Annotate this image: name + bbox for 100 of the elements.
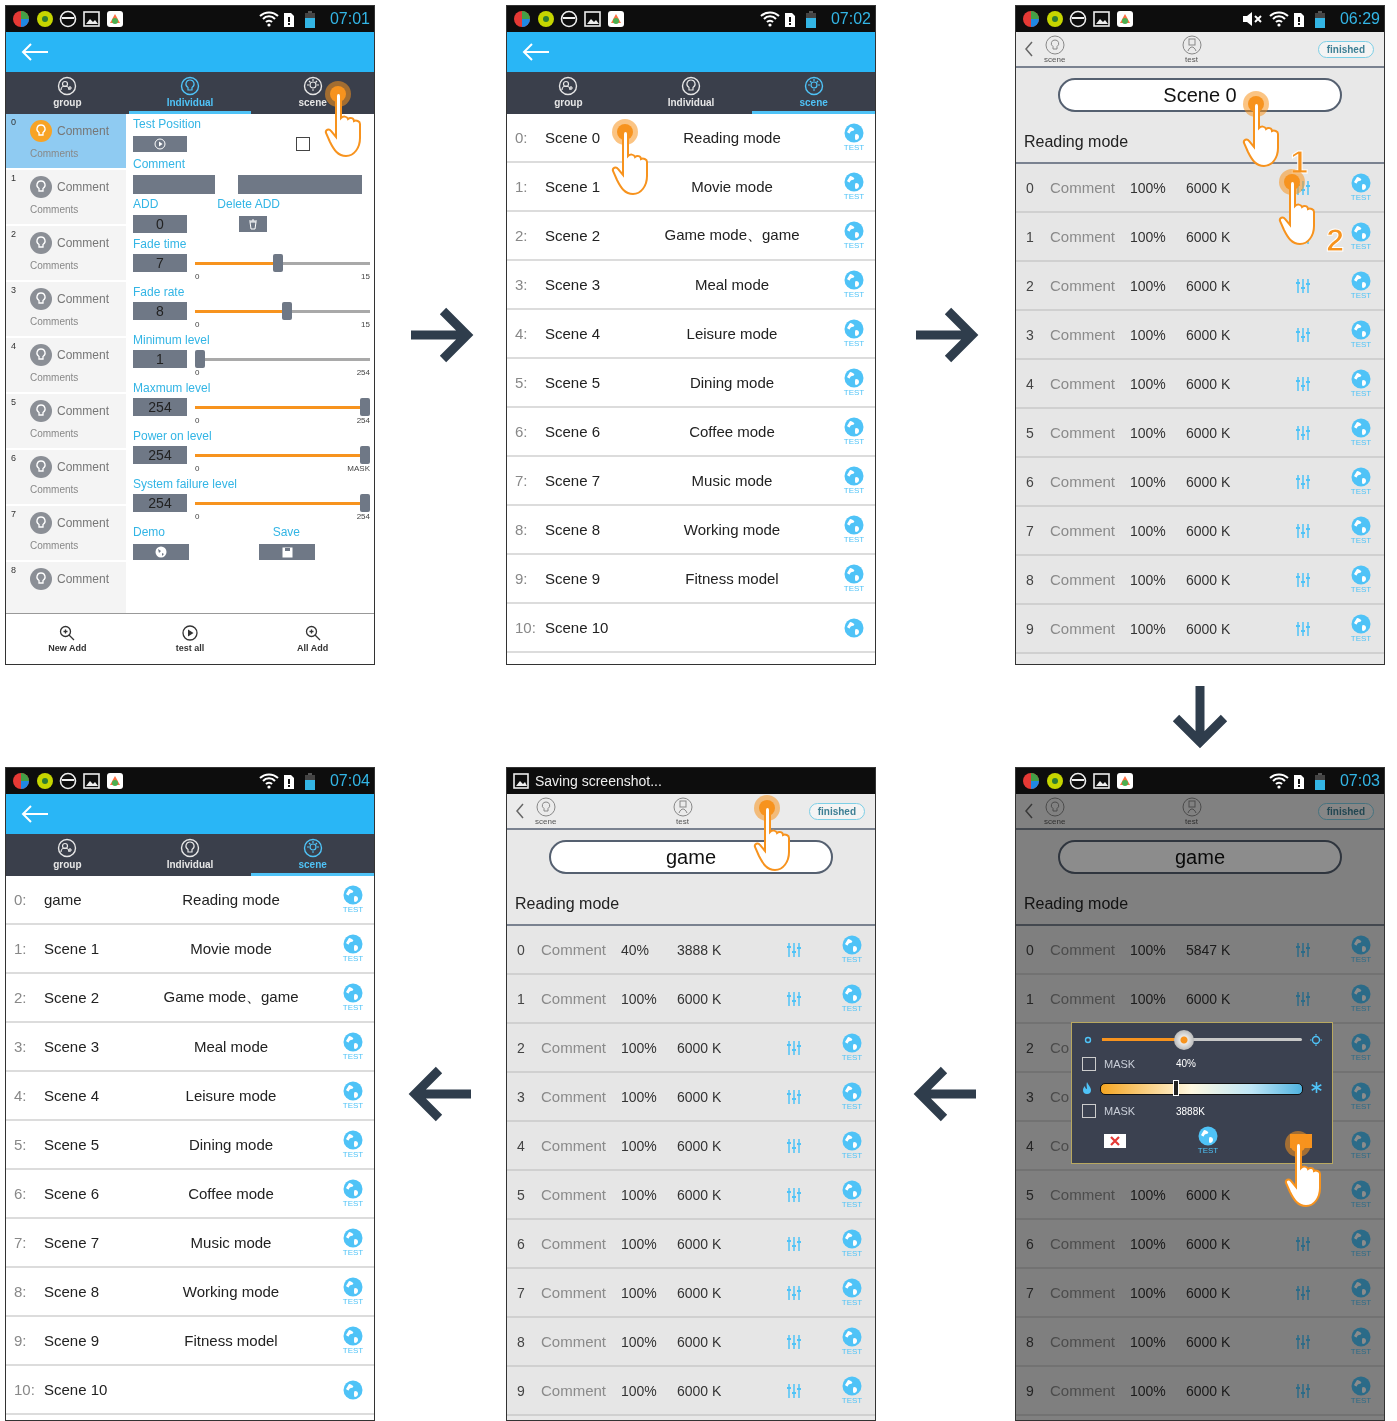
- finished-button[interactable]: finished: [1317, 40, 1374, 58]
- slider[interactable]: [195, 254, 370, 272]
- value-field[interactable]: 254: [133, 446, 187, 464]
- slider[interactable]: [195, 446, 370, 464]
- slider[interactable]: [195, 494, 370, 512]
- back-button[interactable]: [1024, 803, 1034, 819]
- close-button[interactable]: [1104, 1133, 1126, 1148]
- adjust-icon[interactable]: [1296, 523, 1310, 538]
- scene-name-field[interactable]: game: [1058, 840, 1342, 874]
- adjust-icon[interactable]: [787, 1383, 801, 1398]
- tab[interactable]: scene: [251, 834, 374, 876]
- device-item[interactable]: 0 Comment Comments: [6, 114, 126, 170]
- scene-name-field[interactable]: game: [549, 840, 833, 874]
- slider-thumb[interactable]: [1174, 1029, 1194, 1050]
- adjust-icon[interactable]: [1296, 572, 1310, 587]
- adjust-icon[interactable]: [1296, 278, 1310, 293]
- value-field[interactable]: 254: [133, 398, 187, 416]
- adjust-icon[interactable]: [1296, 621, 1310, 636]
- adjust-icon[interactable]: [1296, 425, 1310, 440]
- adjust-icon[interactable]: [1296, 1334, 1310, 1349]
- scene-row[interactable]: 6: Scene 6 Coffee mode TEST: [6, 1170, 374, 1219]
- globe-icon[interactable]: [1198, 1126, 1218, 1147]
- temperature-slider[interactable]: [1100, 1077, 1303, 1098]
- scene-row[interactable]: 2: Scene 2 Game mode、game TEST: [507, 212, 875, 261]
- scene-row[interactable]: 2: Scene 2 Game mode、game TEST: [6, 974, 374, 1023]
- scene-name: Scene 4: [44, 1087, 101, 1104]
- adjust-icon[interactable]: [1296, 474, 1310, 489]
- scene-row[interactable]: 3: Scene 3 Meal mode TEST: [6, 1023, 374, 1072]
- scene-row[interactable]: 3: Scene 3 Meal mode TEST: [507, 261, 875, 310]
- adjust-icon[interactable]: [787, 1187, 801, 1202]
- comment-field[interactable]: [133, 174, 215, 194]
- slider-thumb[interactable]: [1172, 1079, 1179, 1096]
- scene-row[interactable]: 7: Scene 7 Music mode TEST: [6, 1219, 374, 1268]
- value-field[interactable]: 254: [133, 494, 187, 512]
- slider-thumb[interactable]: [272, 254, 283, 272]
- adjust-icon[interactable]: [1296, 991, 1310, 1006]
- demo-button[interactable]: [133, 544, 189, 560]
- save-button[interactable]: [259, 544, 315, 560]
- scene-row[interactable]: 10: Scene 10: [6, 1366, 374, 1415]
- adjust-icon[interactable]: [787, 1089, 801, 1104]
- scene-row[interactable]: 8: Scene 8 Working mode TEST: [6, 1268, 374, 1317]
- tab[interactable]: group: [6, 72, 129, 114]
- scene-row[interactable]: 6: Scene 6 Coffee mode TEST: [507, 408, 875, 457]
- adjust-icon[interactable]: [1296, 376, 1310, 391]
- comment-field[interactable]: [238, 174, 362, 194]
- scene-row[interactable]: 5: Scene 5 Dining mode TEST: [6, 1121, 374, 1170]
- scene-row[interactable]: 7: Scene 7 Music mode TEST: [507, 457, 875, 506]
- adjust-icon[interactable]: [1296, 1285, 1310, 1300]
- checkbox[interactable]: [296, 137, 310, 151]
- adjust-icon[interactable]: [787, 1040, 801, 1055]
- adjust-icon[interactable]: [1296, 1236, 1310, 1251]
- nav-button[interactable]: All Add: [251, 614, 374, 664]
- value-field[interactable]: 8: [133, 302, 187, 320]
- slider-thumb[interactable]: [360, 446, 370, 464]
- adjust-icon[interactable]: [1296, 1383, 1310, 1398]
- back-button[interactable]: [1024, 41, 1034, 57]
- slider-thumb[interactable]: [282, 302, 293, 320]
- adjust-icon[interactable]: [1296, 180, 1310, 195]
- tab[interactable]: Individual: [629, 72, 753, 114]
- slider-thumb[interactable]: [360, 494, 370, 512]
- scene-row[interactable]: 0: game Reading mode TEST: [6, 876, 374, 925]
- scene-row[interactable]: 4: Scene 4 Leisure mode TEST: [507, 310, 875, 359]
- value-field[interactable]: 7: [133, 254, 187, 272]
- test-label: TEST: [843, 437, 865, 446]
- scene-row[interactable]: 9: Scene 9 Fitness model TEST: [6, 1317, 374, 1366]
- scene-row[interactable]: 8: Scene 8 Working mode TEST: [507, 506, 875, 555]
- adjust-icon[interactable]: [787, 1236, 801, 1251]
- slider[interactable]: [195, 398, 370, 416]
- nav-button[interactable]: New Add: [6, 614, 129, 664]
- scene-row[interactable]: 10: Scene 10: [507, 604, 875, 653]
- slider-thumb[interactable]: [360, 398, 370, 416]
- brightness-slider[interactable]: [1102, 1029, 1302, 1050]
- adjust-icon[interactable]: [787, 1334, 801, 1349]
- adjust-icon[interactable]: [1296, 327, 1310, 342]
- play-button[interactable]: [133, 136, 187, 152]
- tab[interactable]: Individual: [128, 834, 252, 876]
- adjust-icon[interactable]: [1296, 942, 1310, 957]
- adjust-icon[interactable]: [787, 991, 801, 1006]
- scene-row[interactable]: 9: Scene 9 Fitness model TEST: [507, 555, 875, 604]
- nav-button[interactable]: test all: [128, 614, 252, 664]
- delete-button[interactable]: [239, 216, 267, 232]
- scene-name-field[interactable]: Scene 0: [1058, 78, 1342, 112]
- back-button[interactable]: [515, 803, 525, 819]
- scene-row[interactable]: 1: Scene 1 Movie mode TEST: [6, 925, 374, 974]
- adjust-icon[interactable]: [787, 1138, 801, 1153]
- value-field[interactable]: 0: [133, 215, 187, 233]
- finished-button[interactable]: finished: [808, 802, 865, 820]
- value-field[interactable]: 1: [133, 350, 187, 368]
- light-comment: Comment: [1050, 326, 1116, 343]
- adjust-icon[interactable]: [787, 942, 801, 957]
- slider[interactable]: [195, 350, 370, 368]
- tab[interactable]: Individual: [128, 72, 252, 114]
- slider[interactable]: [195, 302, 370, 320]
- adjust-icon[interactable]: [787, 1285, 801, 1300]
- tab[interactable]: group: [6, 834, 129, 876]
- slider-thumb[interactable]: [195, 350, 205, 368]
- scene-row[interactable]: 4: Scene 4 Leisure mode TEST: [6, 1072, 374, 1121]
- tab[interactable]: scene: [752, 72, 875, 114]
- scene-row[interactable]: 5: Scene 5 Dining mode TEST: [507, 359, 875, 408]
- tab[interactable]: group: [507, 72, 630, 114]
